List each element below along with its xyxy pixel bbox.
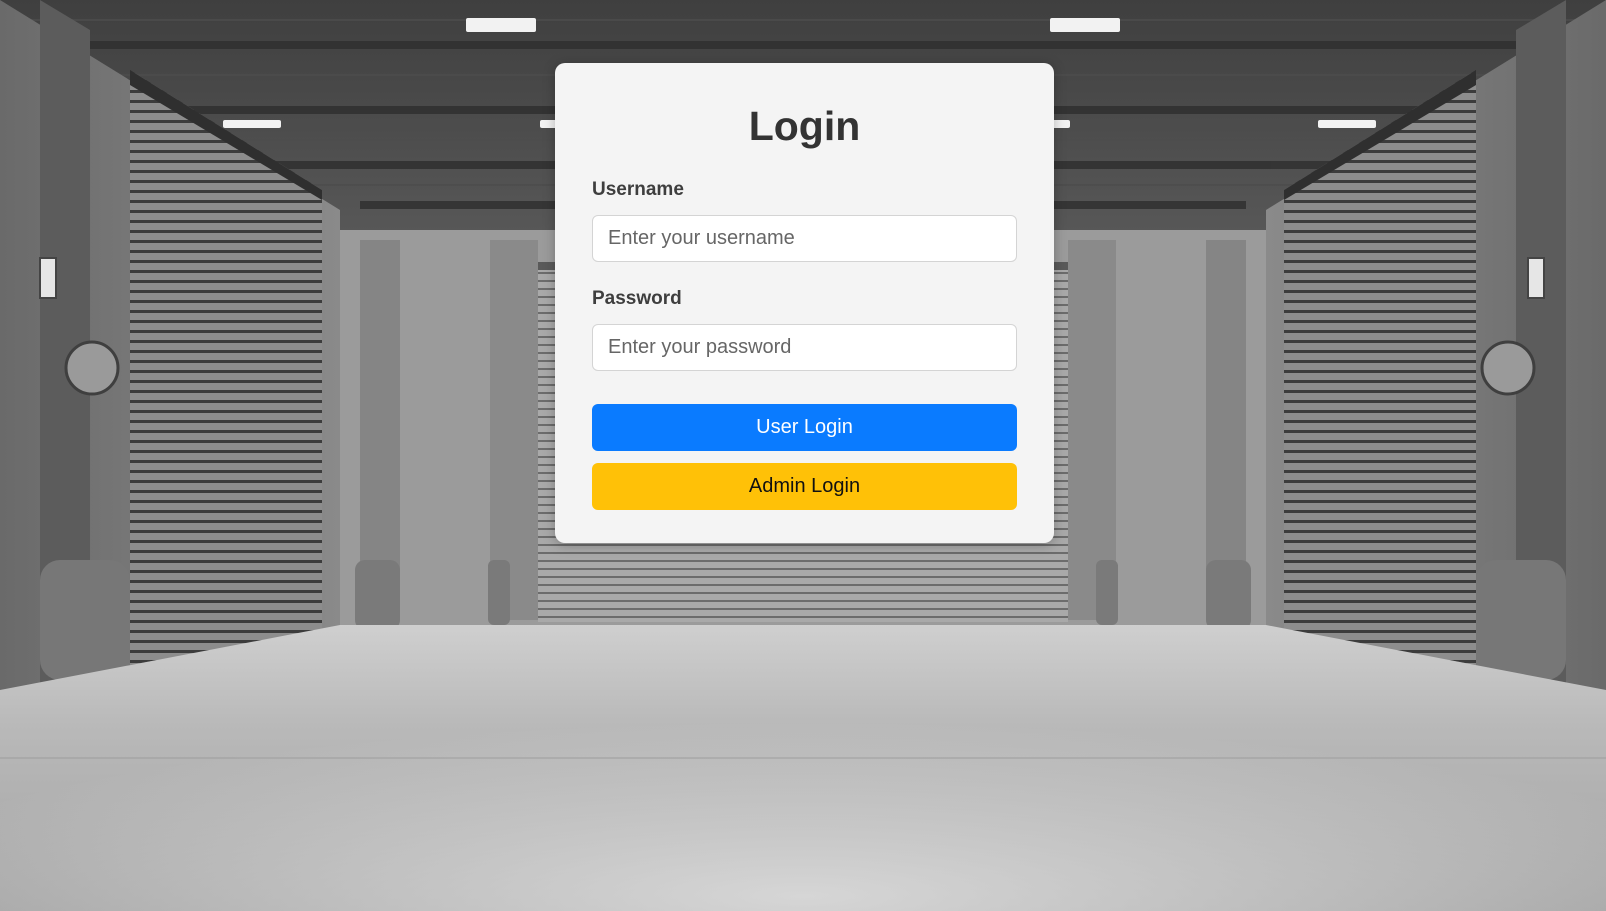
password-input[interactable]: [592, 324, 1017, 371]
username-label: Username: [592, 179, 684, 200]
password-label: Password: [592, 288, 682, 309]
admin-login-button[interactable]: Admin Login: [592, 463, 1017, 510]
page-title: Login: [748, 103, 861, 149]
username-input[interactable]: [592, 215, 1017, 262]
user-login-button[interactable]: User Login: [592, 404, 1017, 451]
login-card: Login Username Password User Login Admin…: [555, 63, 1054, 543]
